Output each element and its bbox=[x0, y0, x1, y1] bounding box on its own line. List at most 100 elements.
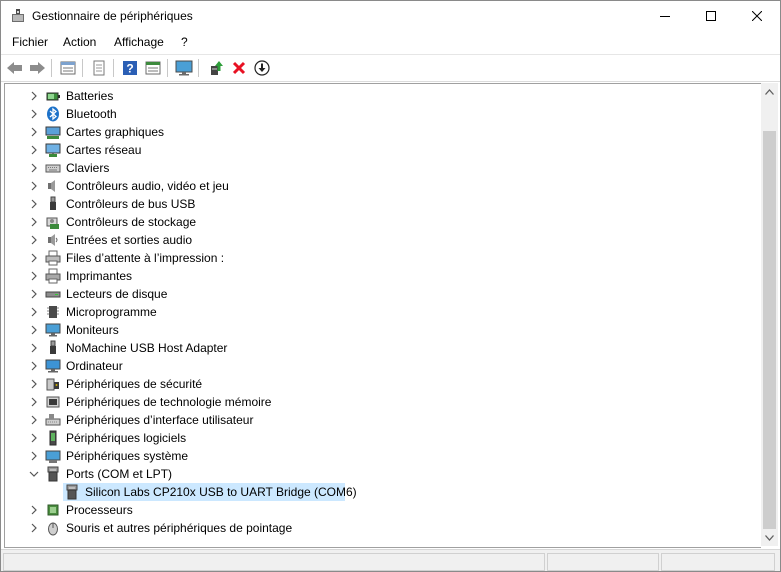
storage-controller-icon bbox=[45, 214, 61, 230]
uninstall-button[interactable] bbox=[229, 58, 249, 78]
tree-item-label: Périphériques de sécurité bbox=[66, 377, 203, 391]
update-driver-button[interactable] bbox=[206, 58, 226, 78]
tree-category-row[interactable]: Processeurs bbox=[5, 501, 761, 519]
tree-category-row[interactable]: Périphériques système bbox=[5, 447, 761, 465]
tree-expand-toggle[interactable] bbox=[29, 379, 39, 389]
disable-device-button[interactable] bbox=[252, 58, 272, 78]
tree-expand-toggle[interactable] bbox=[29, 109, 39, 119]
tree-category-row[interactable]: Cartes réseau bbox=[5, 141, 761, 159]
tree-expand-toggle[interactable] bbox=[29, 145, 39, 155]
minimize-button[interactable] bbox=[642, 1, 688, 31]
maximize-button[interactable] bbox=[688, 1, 734, 31]
tree-expand-toggle[interactable] bbox=[29, 523, 39, 533]
view-button[interactable] bbox=[143, 58, 163, 78]
tree-item-label: Entrées et sorties audio bbox=[66, 233, 193, 247]
tree-expand-toggle[interactable] bbox=[29, 217, 39, 227]
chevron-right-icon bbox=[31, 397, 37, 407]
chevron-right-icon bbox=[31, 523, 37, 533]
properties-button[interactable] bbox=[58, 58, 78, 78]
menu-fichier[interactable]: Fichier bbox=[12, 35, 48, 49]
tree-category-row[interactable]: Contrôleurs de stockage bbox=[5, 213, 761, 231]
tree-expand-toggle[interactable] bbox=[29, 451, 39, 461]
tree-category-row[interactable]: Bluetooth bbox=[5, 105, 761, 123]
tree-category-row[interactable]: Cartes graphiques bbox=[5, 123, 761, 141]
status-bar-panel bbox=[661, 553, 775, 571]
status-bar-panel bbox=[3, 553, 545, 571]
tree-expand-toggle[interactable] bbox=[29, 415, 39, 425]
speaker-icon bbox=[45, 178, 61, 194]
disk-drive-icon bbox=[45, 286, 61, 302]
tree-category-row[interactable]: Contrôleurs de bus USB bbox=[5, 195, 761, 213]
tree-category-row[interactable]: Périphériques logiciels bbox=[5, 429, 761, 447]
tree-category-row[interactable]: Lecteurs de disque bbox=[5, 285, 761, 303]
tree-expand-toggle[interactable] bbox=[29, 91, 39, 101]
menu-action[interactable]: Action bbox=[63, 35, 96, 49]
tree-item-label: Périphériques système bbox=[66, 449, 189, 463]
scroll-up-button[interactable] bbox=[761, 83, 778, 100]
monitor-icon bbox=[45, 322, 61, 338]
tree-item-label: Processeurs bbox=[66, 503, 133, 517]
forward-button[interactable] bbox=[27, 58, 47, 78]
tree-collapse-toggle[interactable] bbox=[29, 469, 39, 479]
chevron-down-icon bbox=[29, 471, 39, 477]
tree-expand-toggle[interactable] bbox=[29, 271, 39, 281]
help-button[interactable]: ? bbox=[120, 58, 140, 78]
tree-expand-toggle[interactable] bbox=[29, 235, 39, 245]
tree-category-row[interactable]: Microprogramme bbox=[5, 303, 761, 321]
tree-category-row[interactable]: Ports (COM et LPT) bbox=[5, 465, 761, 483]
tree-expand-toggle[interactable] bbox=[29, 127, 39, 137]
tree-category-row[interactable]: Contrôleurs audio, vidéo et jeu bbox=[5, 177, 761, 195]
tree-category-row[interactable]: Imprimantes bbox=[5, 267, 761, 285]
title-bar[interactable]: Gestionnaire de périphériques bbox=[1, 1, 780, 31]
tree-expand-toggle[interactable] bbox=[29, 505, 39, 515]
properties-icon bbox=[60, 61, 76, 75]
scrollbar-thumb[interactable] bbox=[763, 131, 776, 529]
usb-icon bbox=[45, 340, 61, 356]
tree-item-label: Moniteurs bbox=[66, 323, 119, 337]
computer-icon bbox=[45, 358, 61, 374]
close-button[interactable] bbox=[734, 1, 780, 31]
tree-expand-toggle[interactable] bbox=[29, 181, 39, 191]
menu-help[interactable]: ? bbox=[181, 35, 188, 49]
menu-affichage[interactable]: Affichage bbox=[114, 35, 164, 49]
battery-icon bbox=[45, 88, 61, 104]
chevron-down-icon bbox=[765, 534, 774, 541]
tree-category-row[interactable]: Entrées et sorties audio bbox=[5, 231, 761, 249]
tree-expand-toggle[interactable] bbox=[29, 199, 39, 209]
chevron-right-icon bbox=[31, 217, 37, 227]
vertical-scrollbar[interactable] bbox=[761, 83, 778, 546]
tree-expand-toggle[interactable] bbox=[29, 397, 39, 407]
tree-expand-toggle[interactable] bbox=[29, 325, 39, 335]
tree-expand-toggle[interactable] bbox=[29, 307, 39, 317]
tree-device-row[interactable]: Silicon Labs CP210x USB to UART Bridge (… bbox=[5, 483, 761, 501]
port-icon bbox=[64, 484, 80, 500]
tree-expand-toggle[interactable] bbox=[29, 433, 39, 443]
tree-category-row[interactable]: Souris et autres périphériques de pointa… bbox=[5, 519, 761, 537]
tree-category-row[interactable]: Périphériques de technologie mémoire bbox=[5, 393, 761, 411]
back-button[interactable] bbox=[5, 58, 25, 78]
usb-icon bbox=[45, 196, 61, 212]
tree-category-row[interactable]: Claviers bbox=[5, 159, 761, 177]
tree-expand-toggle[interactable] bbox=[29, 289, 39, 299]
scroll-down-button[interactable] bbox=[761, 529, 778, 546]
tree-expand-toggle[interactable] bbox=[29, 253, 39, 263]
tree-item-label: Silicon Labs CP210x USB to UART Bridge (… bbox=[85, 485, 357, 499]
tree-expand-toggle[interactable] bbox=[29, 361, 39, 371]
minimize-icon bbox=[660, 16, 670, 17]
tree-category-row[interactable]: Moniteurs bbox=[5, 321, 761, 339]
status-bar bbox=[1, 549, 780, 571]
tree-category-row[interactable]: Périphériques d’interface utilisateur bbox=[5, 411, 761, 429]
tree-category-row[interactable]: NoMachine USB Host Adapter bbox=[5, 339, 761, 357]
scan-hardware-button[interactable] bbox=[174, 58, 194, 78]
tree-category-row[interactable]: Files d’attente à l’impression : bbox=[5, 249, 761, 267]
tree-category-row[interactable]: Batteries bbox=[5, 87, 761, 105]
device-tree[interactable]: Batteries Bluetooth Cartes graphiques Carte… bbox=[4, 83, 761, 548]
tree-expand-toggle[interactable] bbox=[29, 343, 39, 353]
tree-expand-toggle[interactable] bbox=[29, 163, 39, 173]
tree-category-row[interactable]: Périphériques de sécurité bbox=[5, 375, 761, 393]
tree-item-label: Cartes graphiques bbox=[66, 125, 165, 139]
tree-category-row[interactable]: Ordinateur bbox=[5, 357, 761, 375]
chevron-right-icon bbox=[31, 289, 37, 299]
print-button[interactable] bbox=[89, 58, 109, 78]
tree-item-label: Contrôleurs de stockage bbox=[66, 215, 197, 229]
